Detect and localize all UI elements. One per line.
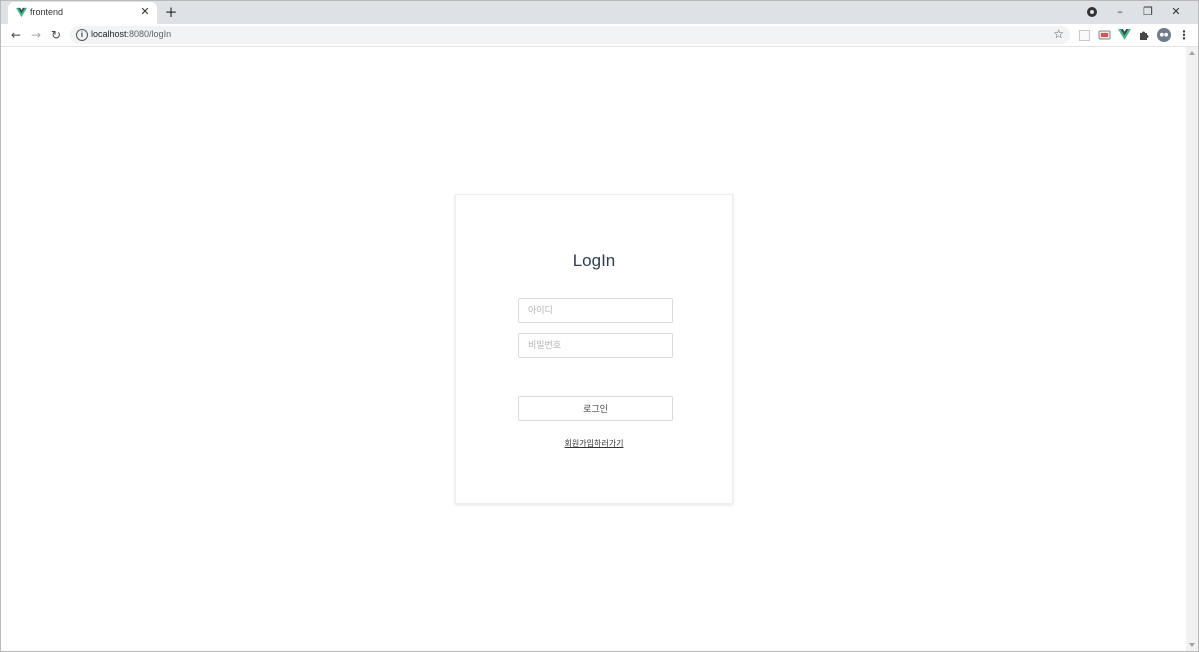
vue-devtools-icon[interactable]: [1118, 28, 1131, 41]
tab-close-icon[interactable]: ✕: [138, 5, 152, 19]
url-path: :8080/logIn: [126, 29, 172, 39]
extension-screenshot-icon[interactable]: [1098, 28, 1111, 41]
browser-tab[interactable]: frontend ✕: [8, 2, 157, 24]
vertical-scrollbar[interactable]: [1186, 47, 1198, 651]
forward-button[interactable]: →: [28, 27, 44, 43]
password-input[interactable]: [518, 333, 673, 358]
url-text[interactable]: localhost:8080/logIn: [91, 29, 171, 39]
new-tab-button[interactable]: +: [163, 4, 179, 20]
page-viewport: LogIn 로그인 회원가입하러가기: [1, 47, 1186, 651]
scroll-up-icon[interactable]: [1189, 51, 1195, 55]
media-record-icon[interactable]: [1078, 3, 1106, 21]
browser-menu-icon[interactable]: ⋮: [1178, 27, 1190, 43]
minimize-button[interactable]: –: [1106, 3, 1134, 21]
scroll-down-icon[interactable]: [1189, 643, 1195, 647]
extensions-puzzle-icon[interactable]: [1138, 28, 1151, 41]
profile-avatar[interactable]: ●●: [1157, 28, 1171, 42]
close-window-button[interactable]: ✕: [1162, 3, 1190, 21]
address-bar[interactable]: i localhost:8080/logIn ☆: [70, 26, 1070, 44]
browser-toolbar: ← → ↻ i localhost:8080/logIn ☆ ●● ⋮: [1, 24, 1198, 47]
url-host: localhost: [91, 29, 127, 39]
page-title: LogIn: [572, 251, 616, 270]
username-input[interactable]: [518, 298, 673, 323]
reload-button[interactable]: ↻: [48, 27, 64, 43]
bookmark-star-icon[interactable]: ☆: [1053, 27, 1064, 41]
site-info-icon[interactable]: i: [76, 29, 88, 41]
tab-title: frontend: [30, 7, 64, 17]
extension-blank-icon[interactable]: [1079, 30, 1090, 41]
restore-button[interactable]: ❐: [1134, 3, 1162, 21]
vue-logo-icon: [16, 7, 27, 18]
signup-link[interactable]: 회원가입하러가기: [456, 438, 732, 449]
window-controls: – ❐ ✕: [1078, 3, 1190, 21]
tab-strip: frontend ✕ + – ❐ ✕: [1, 1, 1198, 24]
back-button[interactable]: ←: [8, 27, 24, 43]
login-button[interactable]: 로그인: [518, 396, 673, 421]
browser-window: frontend ✕ + – ❐ ✕ ← → ↻ i localhost:808…: [0, 0, 1199, 652]
login-card: LogIn 로그인 회원가입하러가기: [455, 194, 733, 504]
